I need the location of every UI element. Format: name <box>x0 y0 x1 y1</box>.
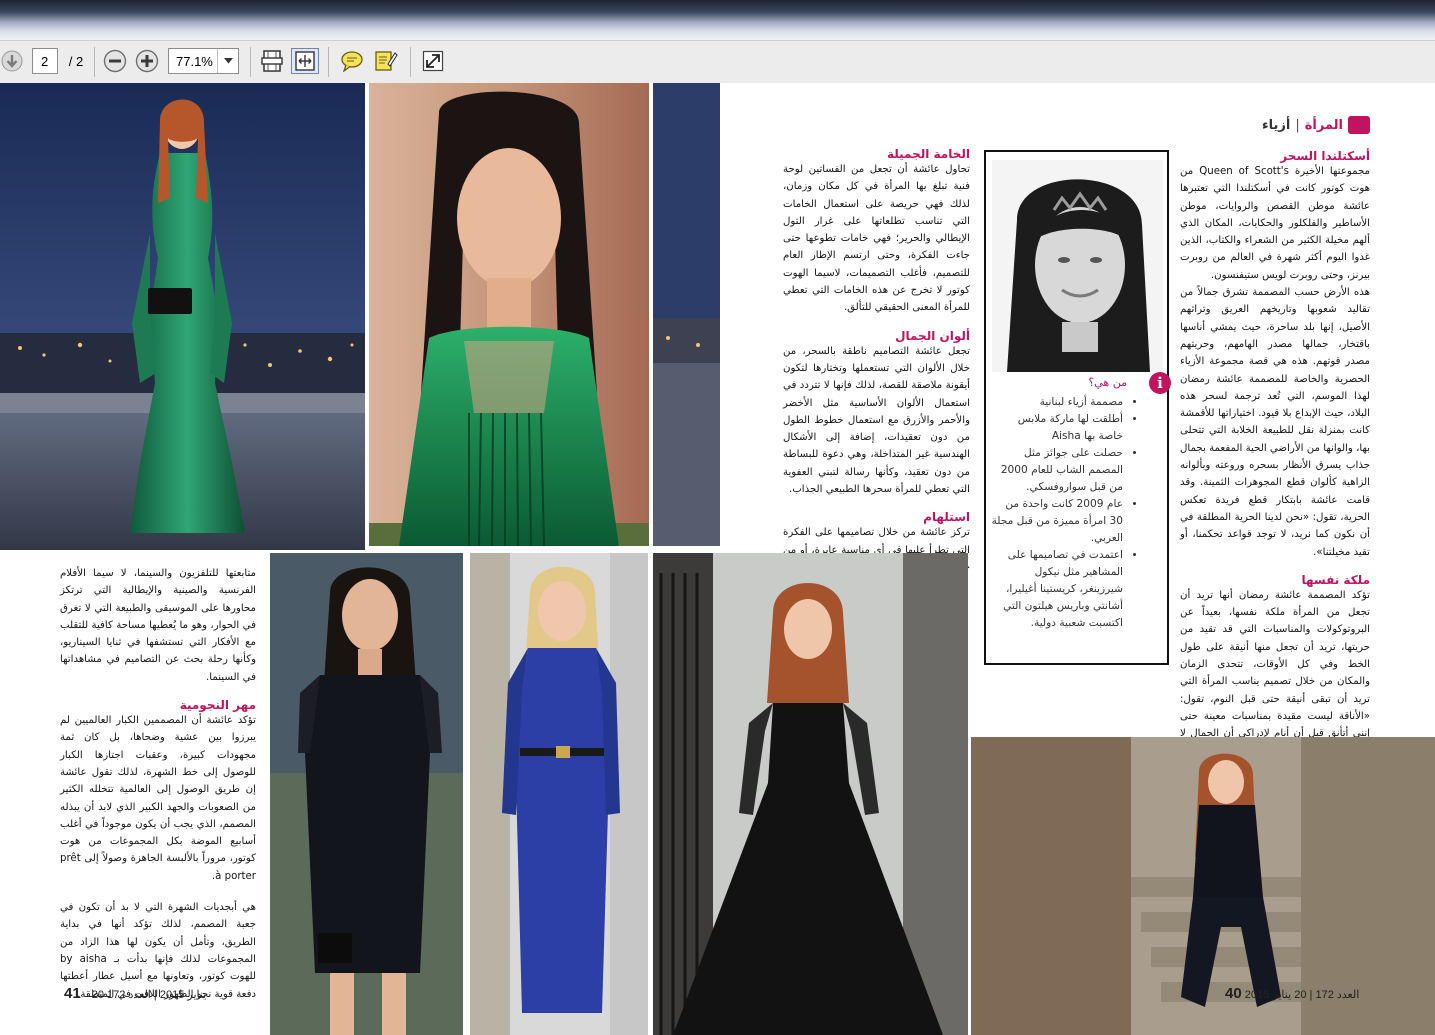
designer-portrait-photo <box>992 160 1163 372</box>
body-stardom: تؤكد عائشة أن المصممين الكبار العالميين … <box>60 715 256 882</box>
page-number-value: 2 <box>41 53 49 69</box>
middle-column: الخامة الجميلة تحاول عائشة أن تجعل من ال… <box>783 147 970 576</box>
infobox-item: حصلت على جوائز مثل المصمم الشاب للعام 20… <box>990 445 1123 496</box>
section-header: المرأة | أزياء <box>1195 115 1370 135</box>
fullscreen-button[interactable] <box>420 48 446 74</box>
section-divider: | <box>1295 117 1300 133</box>
heading-queen: ملكة نفسها <box>1301 572 1370 587</box>
window-title-strip <box>0 0 1435 40</box>
right-column: أسكتلندا السحر مجموعتها الأخيرة Queen of… <box>1180 149 1370 794</box>
zoom-level-select[interactable]: 77.1% <box>168 48 239 74</box>
fit-page-icon <box>261 50 283 72</box>
infobox-item: عام 2009 كانت واحدة من 30 امرأة مميزة من… <box>990 496 1123 547</box>
infobox-title: من هي؟ <box>1088 376 1127 389</box>
down-arrow-icon <box>1 50 23 72</box>
section-label: المرأة <box>1304 117 1343 133</box>
fit-width-button[interactable] <box>291 48 319 74</box>
infobox-item: مصممة أزياء لبنانية <box>990 394 1123 411</box>
magazine-logo-icon <box>1348 116 1370 134</box>
highlight-button[interactable] <box>372 48 400 74</box>
comment-icon <box>341 51 363 72</box>
page-number-input[interactable]: 2 <box>32 48 58 74</box>
fit-page-button[interactable] <box>259 48 285 74</box>
highlight-icon <box>375 51 398 71</box>
fit-width-icon <box>295 51 315 71</box>
infobox-item: اعتمدت في تصاميمها على المشاهير مثل نيكو… <box>990 547 1123 632</box>
dropdown-arrow-icon[interactable] <box>217 49 238 73</box>
folio-left-text: 20 يناير 2015 | العدد 172 <box>91 989 207 1001</box>
body-scotland-1: مجموعتها الأخيرة Queen of Scott's من هوت… <box>1180 166 1371 281</box>
folio-left-number: 41 <box>64 985 81 1002</box>
folio-right-text: العدد 172 | 20 يناير 2015 <box>1244 989 1360 1001</box>
heading-stardom: مهر النجومية <box>179 698 256 713</box>
folio-right: العدد 172 | 20 يناير 2015 40 <box>1225 985 1367 1002</box>
zoom-in-icon <box>135 49 159 73</box>
photo-black-lace-dress <box>270 553 463 1035</box>
infobox-item: أطلقت لها ماركة ملابس خاصة بها Aisha <box>990 411 1123 445</box>
comment-button[interactable] <box>338 48 366 74</box>
heading-fabric: الخامة الجميلة <box>886 147 970 161</box>
document-spread: المرأة | أزياء أسكتلندا السحر مجموعتها ا… <box>0 83 1435 1035</box>
info-icon: i <box>1149 372 1171 394</box>
heading-inspiration: استلهام <box>923 510 970 525</box>
left-column: متابعتها للتلفزيون والسينما، لا سيما الأ… <box>60 565 256 1003</box>
zoom-level-value: 77.1% <box>176 53 213 69</box>
designer-profile-box: i من هي؟ مصممة أزياء لبنانية أطلقت لها م… <box>984 150 1171 665</box>
photo-black-lace-gown-gates <box>653 553 968 1035</box>
heading-scotland: أسكتلندا السحر <box>1280 149 1370 163</box>
section-sub: أزياء <box>1261 117 1291 133</box>
zoom-in-button[interactable] <box>134 48 160 74</box>
zoom-out-button[interactable] <box>102 48 128 74</box>
folio-right-number: 40 <box>1225 985 1242 1002</box>
zoom-out-icon <box>103 49 127 73</box>
photo-green-sequin-gown <box>0 83 365 550</box>
photo-royal-blue-gown <box>470 553 648 1035</box>
body-fabric: تحاول عائشة أن تجعل من الفساتين لوحة فني… <box>783 164 970 314</box>
body-colors: تجعل عائشة التصاميم ناطقة بالسحر، من خلا… <box>783 345 970 496</box>
body-scotland-2: هذه الأرض حسب المصممة تشرق جمالاً من تقا… <box>1180 287 1370 558</box>
fullscreen-icon <box>422 50 444 72</box>
body-cinema: متابعتها للتلفزيون والسينما، لا سيما الأ… <box>60 568 256 683</box>
page-total-label: / 2 <box>68 53 84 69</box>
photo-rooftop-strip <box>653 83 720 546</box>
next-page-button[interactable] <box>0 48 24 74</box>
photo-emerald-beaded-dress <box>369 83 649 546</box>
heading-colors: ألوان الجمال <box>895 328 970 343</box>
infobox-list: مصممة أزياء لبنانية أطلقت لها ماركة ملاب… <box>990 394 1133 632</box>
folio-left: 41 20 يناير 2015 | العدد 172 <box>64 985 206 1002</box>
pdf-toolbar: 2 / 2 77.1% <box>0 40 1435 84</box>
